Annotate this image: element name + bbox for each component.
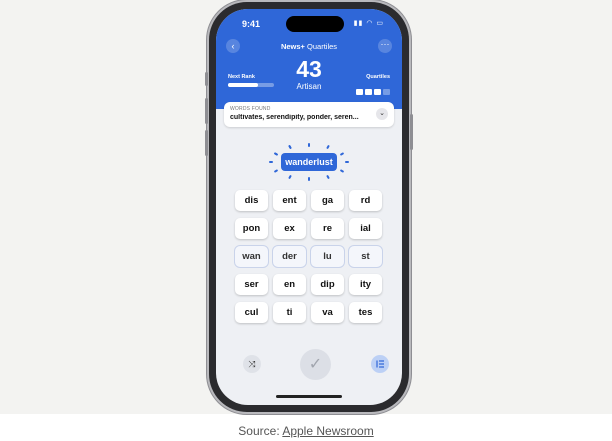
caption-prefix: Source: (238, 424, 283, 438)
dynamic-island (286, 16, 344, 32)
app-name: Quartiles (304, 42, 338, 51)
tile[interactable]: ent (273, 190, 306, 211)
image-caption: Source: Apple Newsroom (0, 424, 612, 438)
tile[interactable]: va (311, 302, 344, 323)
iphone-frame: 9:41 ▮▮ ◠ ▭ ‹ News+ Quartiles ··· Next R… (205, 2, 413, 412)
phone-screen: 9:41 ▮▮ ◠ ▭ ‹ News+ Quartiles ··· Next R… (216, 9, 402, 405)
tile[interactable]: ga (311, 190, 344, 211)
tile[interactable]: cul (235, 302, 268, 323)
chevron-down-icon: ⌄ (379, 110, 385, 117)
sparkle-ray (326, 145, 330, 150)
home-indicator (276, 395, 342, 398)
tile[interactable]: der (273, 246, 306, 267)
expand-button[interactable]: ⌄ (376, 108, 388, 120)
app-title: News+ Quartiles (216, 42, 402, 51)
sparkle-ray (308, 177, 310, 181)
volume-down-button (205, 130, 208, 156)
sparkle-ray (339, 168, 345, 173)
status-icons: ▮▮ ◠ ▭ (353, 20, 384, 27)
list-icon (376, 360, 384, 368)
tile[interactable]: ial (349, 218, 382, 239)
quartiles-label: Quartiles (366, 74, 390, 80)
tile[interactable]: ex (273, 218, 306, 239)
words-found-panel[interactable]: WORDS FOUND cultivates, serendipity, pon… (224, 102, 394, 127)
sparkle-ray (339, 151, 345, 156)
sparkle-ray (273, 168, 279, 173)
tile[interactable]: dip (311, 274, 344, 295)
source-link[interactable]: Apple Newsroom (282, 424, 373, 438)
sparkle-ray (273, 151, 279, 156)
tile[interactable]: st (349, 246, 382, 267)
tile[interactable]: dis (235, 190, 268, 211)
tile[interactable]: wan (235, 246, 268, 267)
more-button[interactable]: ··· (378, 39, 392, 53)
checkmark-icon: ✓ (308, 356, 323, 373)
sparkle-ray (288, 145, 292, 150)
tile[interactable]: tes (349, 302, 382, 323)
quartile-indicator (356, 89, 363, 95)
tile[interactable]: ity (349, 274, 382, 295)
words-found-list: cultivates, serendipity, ponder, seren..… (230, 114, 359, 121)
tile[interactable]: lu (311, 246, 344, 267)
current-word: wanderlust (281, 153, 337, 171)
tile[interactable]: ser (235, 274, 268, 295)
sparkle-ray (288, 174, 292, 179)
app-brand: News+ (280, 42, 305, 51)
tile[interactable]: rd (349, 190, 382, 211)
shuffle-button[interactable]: ⤨ (243, 355, 261, 373)
shuffle-icon: ⤨ (248, 359, 256, 369)
quartiles-progress (354, 82, 390, 100)
tile[interactable]: re (311, 218, 344, 239)
quartile-indicator (374, 89, 381, 95)
words-found-label: WORDS FOUND (230, 106, 271, 112)
word-list-button[interactable] (371, 355, 389, 373)
current-word-area: wanderlust (269, 143, 349, 181)
quartile-indicator (383, 89, 390, 95)
status-time: 9:41 (242, 19, 261, 29)
image-background: 9:41 ▮▮ ◠ ▭ ‹ News+ Quartiles ··· Next R… (0, 0, 612, 414)
sparkle-ray (326, 174, 330, 179)
sparkle-ray (269, 161, 273, 163)
tile[interactable]: ti (273, 302, 306, 323)
quartile-indicator (365, 89, 372, 95)
submit-button[interactable]: ✓ (300, 349, 331, 380)
power-button (410, 114, 413, 150)
action-button (205, 72, 208, 86)
tile[interactable]: en (273, 274, 306, 295)
ellipsis-icon: ··· (380, 39, 390, 49)
volume-up-button (205, 98, 208, 124)
sparkle-ray (308, 143, 310, 147)
tile[interactable]: pon (235, 218, 268, 239)
sparkle-ray (345, 161, 349, 163)
